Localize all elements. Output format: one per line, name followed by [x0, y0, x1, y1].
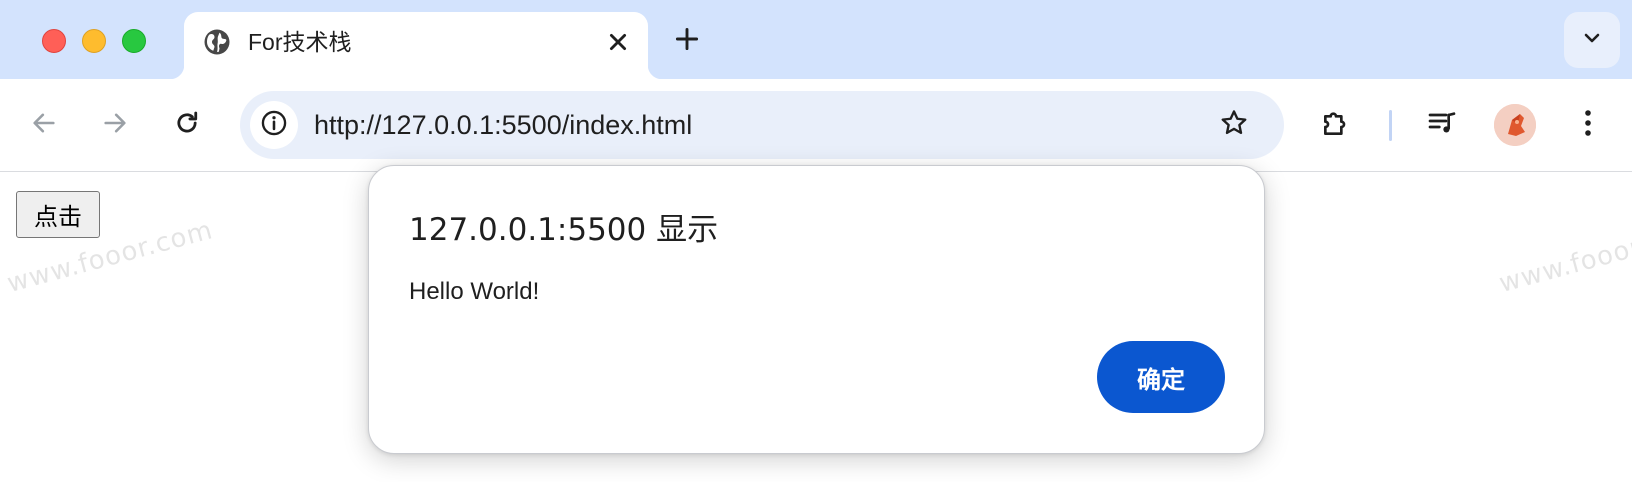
kebab-menu-icon: [1583, 108, 1593, 143]
bookmark-button[interactable]: [1212, 103, 1256, 147]
window-minimize-button[interactable]: [82, 29, 106, 53]
globe-icon: [202, 27, 232, 57]
media-controls-button[interactable]: [1420, 103, 1464, 147]
alert-dialog: 127.0.0.1:5500 显示 Hello World! 确定: [368, 165, 1265, 454]
url-text[interactable]: http://127.0.0.1:5500/index.html: [314, 110, 692, 140]
toolbar-separator: [1389, 110, 1392, 141]
ok-button[interactable]: 确定: [1097, 341, 1225, 413]
tab-search-button[interactable]: [1564, 12, 1620, 68]
forward-button[interactable]: [93, 103, 137, 147]
puzzle-icon: [1320, 107, 1352, 144]
dialog-message: Hello World!: [409, 278, 540, 305]
back-button[interactable]: [22, 103, 66, 147]
chrome-menu-button[interactable]: [1566, 103, 1610, 147]
reload-icon: [173, 109, 201, 142]
site-info-button[interactable]: [250, 101, 298, 149]
reload-button[interactable]: [165, 103, 209, 147]
profile-avatar[interactable]: [1494, 104, 1536, 146]
playlist-icon: [1426, 107, 1458, 144]
window-zoom-button[interactable]: [122, 29, 146, 53]
arrow-right-icon: [101, 109, 129, 142]
browser-toolbar: http://127.0.0.1:5500/index.html: [0, 79, 1632, 172]
window-close-button[interactable]: [42, 29, 66, 53]
chevron-down-icon: [1582, 28, 1602, 53]
click-button[interactable]: 点击: [16, 191, 100, 238]
close-icon[interactable]: [602, 26, 634, 58]
tab-title: For技术栈: [248, 29, 352, 55]
watermark: www.fooor.com: [1496, 215, 1632, 299]
tab-active[interactable]: For技术栈: [170, 12, 662, 79]
extensions-button[interactable]: [1314, 103, 1358, 147]
tab-strip: For技术栈: [0, 0, 1632, 79]
dialog-title: 127.0.0.1:5500 显示: [409, 212, 719, 248]
star-icon: [1219, 108, 1249, 143]
new-tab-button[interactable]: [670, 24, 704, 58]
plus-icon: [675, 27, 699, 56]
arrow-left-icon: [30, 109, 58, 142]
info-icon: [260, 109, 288, 142]
address-bar[interactable]: http://127.0.0.1:5500/index.html: [240, 91, 1284, 159]
